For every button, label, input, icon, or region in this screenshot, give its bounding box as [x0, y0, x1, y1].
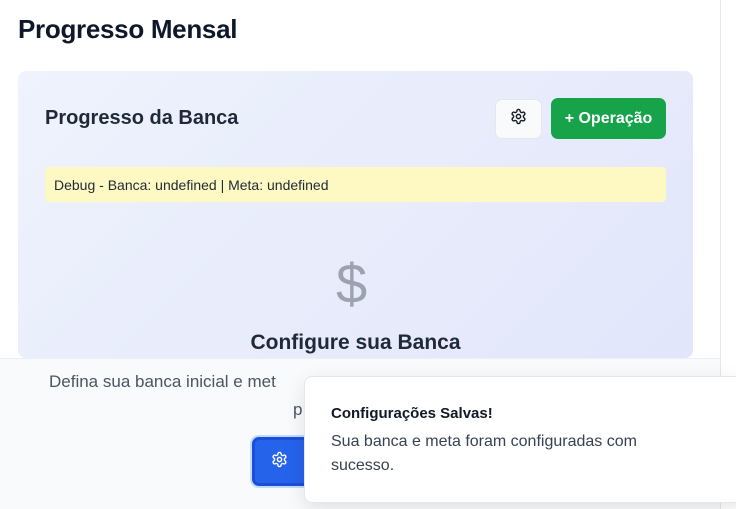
- bank-progress-card: Progresso da Banca + Operação Debug - Ba…: [18, 71, 693, 358]
- card-title: Progresso da Banca: [45, 107, 239, 129]
- settings-button[interactable]: [495, 99, 542, 139]
- add-operation-button[interactable]: + Operação: [551, 98, 666, 139]
- gear-icon: [510, 108, 527, 130]
- toast-message: Sua banca e meta foram configuradas com …: [331, 433, 637, 474]
- page-title: Progresso Mensal: [18, 14, 238, 44]
- empty-state-description: Defina sua banca inicial e met: [49, 372, 276, 391]
- empty-state-description-continued: p: [293, 400, 303, 419]
- empty-state-title: Configure sua Banca: [250, 331, 461, 354]
- debug-banner: Debug - Banca: undefined | Meta: undefin…: [45, 167, 666, 202]
- gear-icon: [271, 451, 288, 473]
- dollar-icon: $: [336, 252, 368, 315]
- toast-title: Configurações Salvas!: [331, 405, 493, 422]
- success-toast[interactable]: Configurações Salvas! Sua banca e meta f…: [304, 376, 736, 503]
